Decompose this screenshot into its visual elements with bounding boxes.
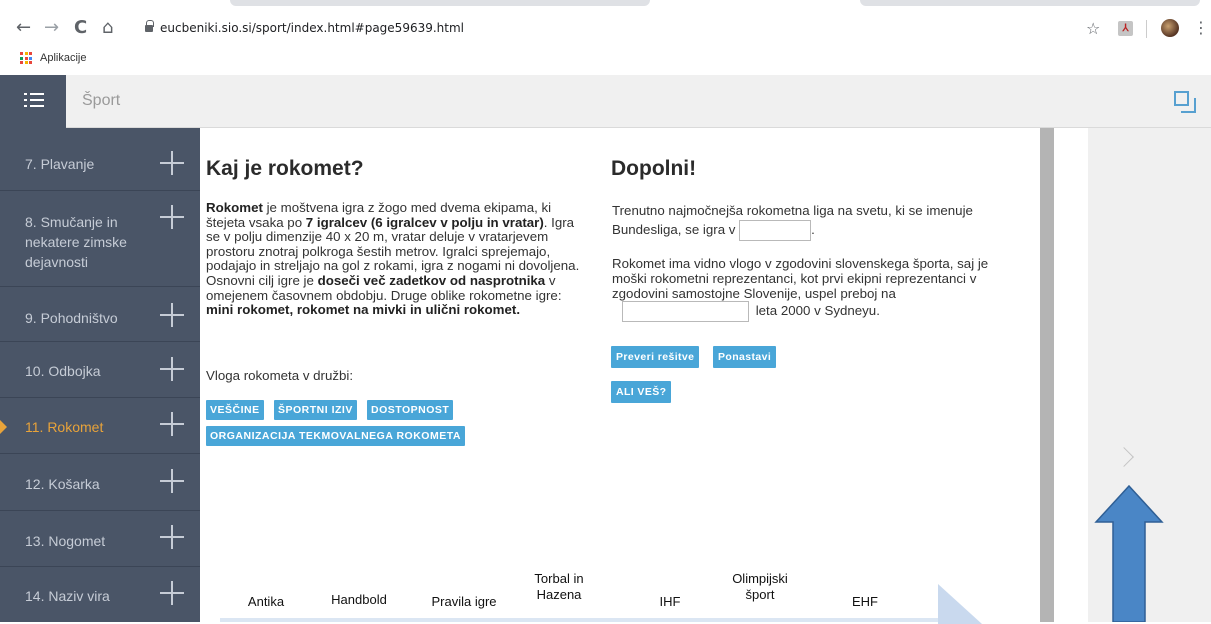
home-icon[interactable]: ⌂ — [102, 18, 113, 38]
browser-menu-icon[interactable]: ⋮ — [1193, 18, 1209, 37]
answer-input-2[interactable] — [622, 301, 749, 322]
question-2: Rokomet ima vidno vlogo v zgodovini slov… — [612, 256, 1012, 322]
sidebar-item-label: 11. Rokomet — [25, 419, 104, 435]
timeline-band — [220, 618, 940, 622]
plus-icon[interactable] — [160, 525, 184, 549]
bookmark-apps[interactable]: Aplikacije — [40, 52, 86, 64]
check-solutions-button[interactable]: Preveri rešitve — [611, 346, 700, 368]
chapter-sidebar: 7. Plavanje 8. Smučanje in nekatere zims… — [0, 128, 200, 622]
sidebar-item-rokomet[interactable]: 11. Rokomet — [0, 398, 200, 454]
profile-avatar[interactable] — [1161, 19, 1179, 37]
rokomet-description: Rokomet je moštvena igra z žogo med dvem… — [206, 200, 580, 318]
reset-button[interactable]: Ponastavi — [713, 346, 777, 368]
timeline-arrow-icon — [938, 584, 982, 624]
app-header: Šport — [0, 75, 1211, 128]
plus-icon[interactable] — [160, 412, 184, 436]
plus-icon[interactable] — [160, 205, 184, 229]
sidebar-item-label: 7. Plavanje — [25, 156, 95, 172]
section-heading-left: Kaj je rokomet? — [206, 157, 364, 180]
plus-icon[interactable] — [160, 151, 184, 175]
plus-icon[interactable] — [160, 357, 184, 381]
tag-organizacija[interactable]: ORGANIZACIJA TEKMOVALNEGA ROKOMETA — [206, 426, 465, 446]
pdf-extension-icon[interactable]: ⅄ — [1118, 21, 1133, 36]
sidebar-item-naziv-vira[interactable]: 14. Naziv vira — [0, 567, 200, 622]
sidebar-item-plavanje[interactable]: 7. Plavanje — [0, 128, 200, 191]
answer-input-1[interactable] — [739, 220, 812, 241]
menu-button[interactable] — [0, 75, 66, 128]
timeline-item[interactable]: Antika — [228, 594, 304, 610]
browser-toolbar: ← → C ⌂ eucbeniki.sio.si/sport/index.htm… — [0, 8, 1211, 48]
question-1: Trenutno najmočnejša rokometna liga na s… — [612, 201, 1012, 241]
sidebar-item-kosarka[interactable]: 12. Košarka — [0, 454, 200, 511]
page-gutter — [1054, 128, 1088, 622]
list-menu-icon — [24, 91, 44, 109]
toolbar-divider — [1146, 20, 1147, 38]
tag-sportni-iziv[interactable]: ŠPORTNI IZIV — [274, 400, 357, 420]
apps-grid-icon[interactable] — [20, 52, 32, 64]
section-heading-right: Dopolni! — [611, 157, 697, 180]
reload-icon[interactable]: C — [74, 18, 87, 38]
sidebar-item-label: 13. Nogomet — [25, 533, 106, 549]
sidebar-item-nogomet[interactable]: 13. Nogomet — [0, 511, 200, 567]
address-bar[interactable]: eucbeniki.sio.si/sport/index.html#page59… — [160, 21, 464, 35]
history-timeline: Antika Handbold Pravila igre Torbal in H… — [220, 571, 982, 624]
star-icon[interactable]: ☆ — [1086, 19, 1100, 38]
bookmarks-bar: Aplikacije — [0, 48, 1211, 70]
sidebar-item-label: 9. Pohodništvo — [25, 310, 118, 326]
did-you-know-button[interactable]: ALI VEŠ? — [611, 381, 672, 403]
plus-icon[interactable] — [160, 469, 184, 493]
plus-icon[interactable] — [160, 581, 184, 605]
timeline-item[interactable]: EHF — [830, 594, 900, 610]
forward-icon[interactable]: → — [44, 18, 59, 38]
timeline-item[interactable]: Torbal in Hazena — [520, 571, 598, 603]
timeline-item[interactable]: Handbold — [314, 592, 404, 608]
window-toggle-icon[interactable] — [1174, 91, 1196, 113]
browser-tab-strip — [0, 0, 1211, 8]
lock-icon — [145, 20, 154, 32]
main-content: Kaj je rokomet? Rokomet je moštvena igra… — [200, 128, 1040, 624]
browser-tab[interactable] — [860, 0, 1200, 6]
sidebar-item-label: 12. Košarka — [25, 476, 100, 492]
timeline-item[interactable]: IHF — [640, 594, 700, 610]
back-icon[interactable]: ← — [16, 18, 31, 38]
browser-tab[interactable] — [230, 0, 650, 6]
sidebar-item-odbojka[interactable]: 10. Odbojka — [0, 342, 200, 398]
sidebar-item-smucanje[interactable]: 8. Smučanje in nekatere zimske dejavnost… — [0, 191, 200, 287]
sidebar-item-label: 8. Smučanje in nekatere zimske dejavnost… — [25, 214, 127, 270]
sidebar-item-pohodnistvo[interactable]: 9. Pohodništvo — [0, 287, 200, 342]
sidebar-item-label: 14. Naziv vira — [25, 588, 110, 604]
timeline-item[interactable]: Olimpijski šport — [720, 571, 800, 603]
tag-dostopnost[interactable]: DOSTOPNOST — [367, 400, 454, 420]
vloga-label: Vloga rokometa v družbi: — [206, 368, 354, 383]
page-title: Šport — [82, 92, 121, 109]
plus-icon[interactable] — [160, 303, 184, 327]
content-scrollbar[interactable] — [1040, 128, 1054, 622]
annotation-arrow-icon — [1094, 484, 1164, 622]
timeline-item[interactable]: Pravila igre — [416, 594, 512, 610]
tag-vescine[interactable]: VEŠČINE — [206, 400, 264, 420]
sidebar-item-label: 10. Odbojka — [25, 363, 101, 379]
active-pointer-icon — [0, 420, 7, 434]
